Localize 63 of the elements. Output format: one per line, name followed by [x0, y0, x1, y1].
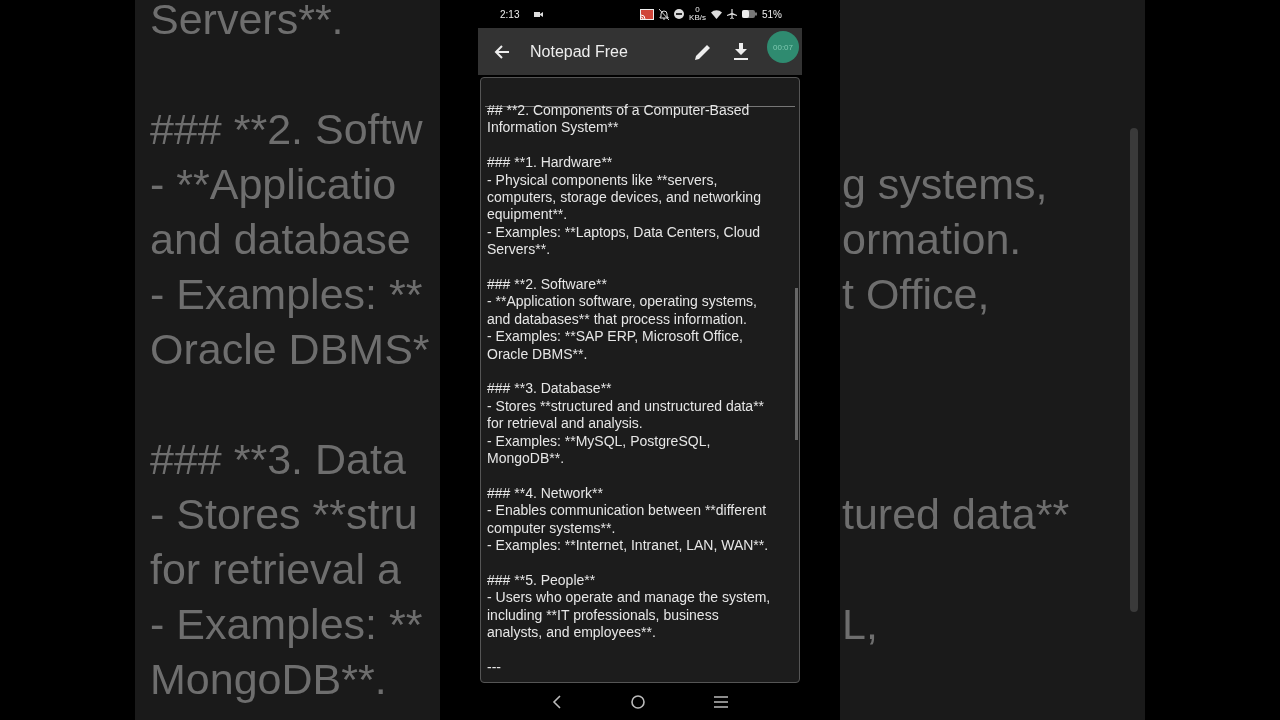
note-line: MongoDB**. — [487, 450, 566, 468]
note-line: - Physical components like **servers, — [487, 171, 719, 189]
download-icon[interactable] — [734, 43, 748, 60]
note-line: ### **2. Software** — [487, 276, 608, 294]
backdrop-text: t Office, — [842, 270, 990, 318]
note-line: - Enables communication between **different — [487, 502, 768, 520]
net-speed-unit: KB/s — [689, 14, 706, 22]
battery-percent: 51% — [762, 8, 782, 20]
note-line: - Examples: **Laptops, Data Centers, Cloud — [487, 223, 762, 242]
backdrop-text: - Examples: ** — [150, 600, 423, 648]
note-line: including **IT professionals, business — [487, 606, 720, 625]
battery-icon — [742, 10, 757, 18]
backdrop-text: L, — [842, 600, 878, 648]
backdrop-text: - Examples: ** — [150, 270, 423, 318]
note-editor[interactable] — [480, 77, 800, 683]
back-arrow-icon[interactable] — [494, 43, 510, 60]
net-speed-value: 0 — [695, 6, 700, 14]
backdrop-text: ### **2. Softw — [150, 105, 423, 153]
backdrop-text: for retrieval a — [150, 545, 401, 593]
note-line: Servers**. — [487, 241, 552, 259]
note-line: computers, storage devices, and networking — [487, 189, 762, 207]
note-line: analysts, and employees**. — [487, 624, 657, 642]
note-line: for retrieval and analysis. — [487, 415, 644, 433]
note-line: ### **1. Hardware** — [487, 154, 614, 172]
do-not-disturb-icon — [674, 9, 685, 19]
airplane-icon — [727, 9, 737, 19]
note-line: Information System** — [487, 119, 620, 137]
note-line: and databases** that process information. — [487, 310, 748, 329]
backdrop-text: MongoDB**. — [150, 655, 387, 703]
backdrop-text: Servers**. — [150, 0, 344, 43]
backdrop-text: - Stores **stru — [150, 490, 418, 538]
note-line: --- — [487, 658, 502, 677]
note-line: - Examples: **Internet, Intranet, LAN, WAN**. — [487, 537, 770, 555]
backdrop-text: ### **3. Data — [150, 435, 406, 483]
app-title: Notepad Free — [530, 42, 629, 61]
backdrop-text: tured data** — [842, 490, 1070, 538]
note-line: - **Application software, operating systems, — [487, 293, 758, 311]
backdrop-text: g systems, — [842, 160, 1048, 208]
note-line: - Users who operate and manage the system, — [487, 589, 772, 607]
note-line: ### **5. People** — [487, 571, 597, 590]
back-icon[interactable] — [552, 694, 563, 709]
note-line: Oracle DBMS**. — [487, 345, 589, 364]
note-line: ## **2. Components of a Computer-Based — [487, 102, 751, 120]
note-line: - Stores **structured and unstructured data** — [487, 397, 766, 416]
note-line: - Examples: **SAP ERP, Microsoft Office, — [487, 328, 744, 346]
recording-badge: 00:07 — [767, 31, 799, 63]
status-time: 2:13 — [500, 8, 520, 20]
home-icon[interactable] — [631, 694, 645, 709]
camera-icon — [534, 10, 544, 18]
wifi-icon — [711, 9, 722, 19]
menu-icon[interactable] — [713, 695, 728, 708]
note-line: ### **4. Network** — [487, 484, 604, 503]
bell-off-icon — [659, 8, 670, 20]
note-line: - Examples: **MySQL, PostgreSQL, — [487, 432, 712, 451]
backdrop-text: ormation. — [842, 215, 1022, 263]
pencil-icon[interactable] — [694, 42, 712, 61]
cast-icon — [640, 8, 655, 20]
backdrop-text: Oracle DBMS* — [150, 325, 430, 373]
backdrop-text: and database — [150, 215, 411, 263]
backdrop-text: - **Applicatio — [150, 160, 397, 208]
note-line: computer systems**. — [487, 519, 617, 538]
note-line: ### **3. Database** — [487, 380, 613, 398]
note-line: equipment**. — [487, 206, 569, 224]
